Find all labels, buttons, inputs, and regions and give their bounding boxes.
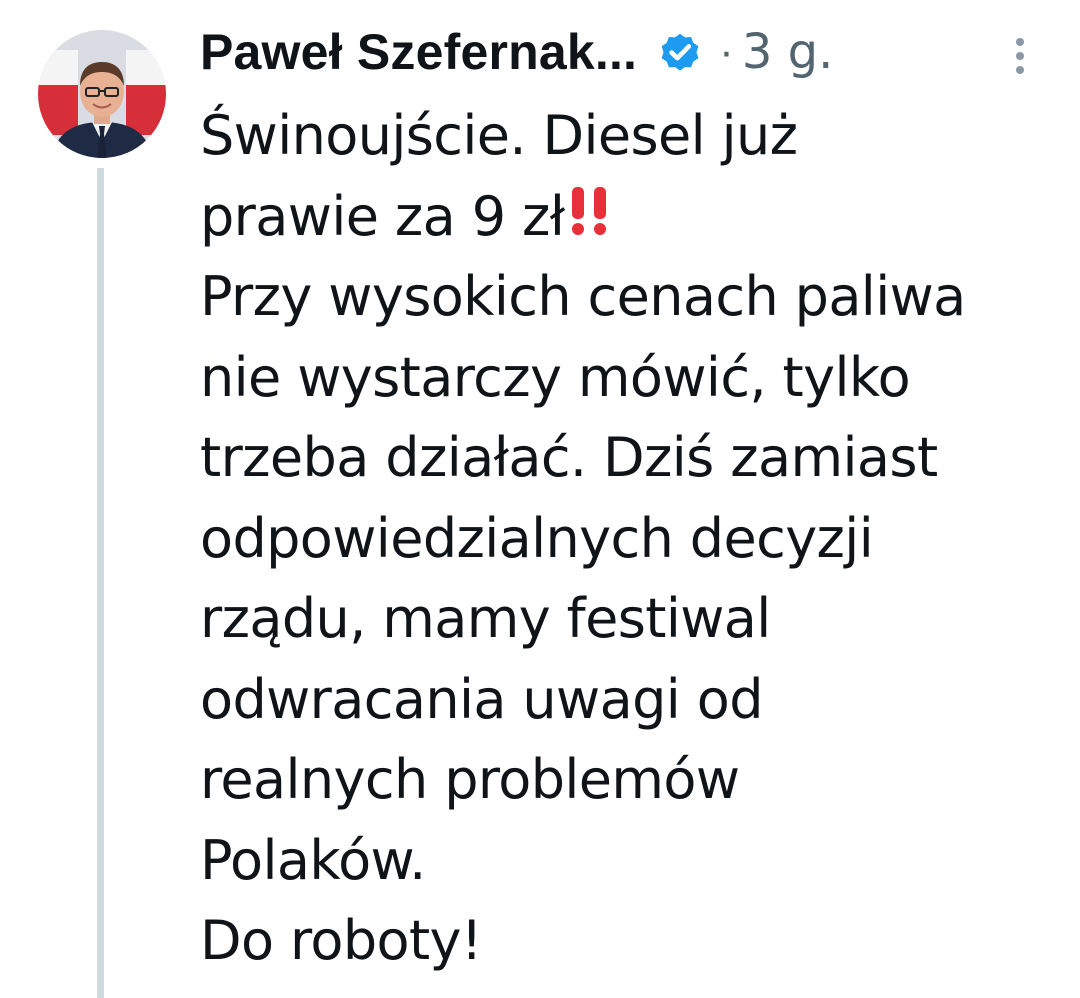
verified-badge-icon	[657, 29, 703, 75]
tweet-text-line: nie wystarczy mówić, tylko	[200, 345, 911, 409]
tweet-text-line: prawie za 9 zł	[200, 177, 1060, 258]
tweet-text-line: Świnoujście. Diesel już	[200, 104, 798, 167]
tweet-text-line: trzeba działać. Dziś zamiast	[200, 426, 938, 489]
double-exclamation-icon	[567, 177, 613, 258]
avatar[interactable]	[38, 30, 166, 158]
author-name[interactable]: Paweł Szefernak...	[200, 23, 637, 81]
tweet-timestamp[interactable]: 3 g.	[742, 24, 834, 80]
tweet[interactable]: Paweł Szefernak... · 3 g. Świnoujście. D…	[0, 0, 1080, 998]
more-vertical-icon[interactable]	[1008, 34, 1032, 78]
avatar-image	[38, 30, 166, 158]
tweet-text-line: odpowiedzialnych decyzji	[200, 506, 874, 570]
meta-separator: ·	[719, 27, 734, 76]
tweet-header: Paweł Szefernak... · 3 g.	[200, 20, 1050, 84]
tweet-text: Świnoujście. Diesel już prawie za 9 zł P…	[200, 96, 1060, 982]
thread-connector-line	[97, 168, 104, 998]
tweet-text-line: realnych problemów	[200, 748, 740, 811]
tweet-text-line: Do roboty!	[200, 909, 483, 972]
tweet-text-segment: prawie za 9 zł	[200, 184, 565, 248]
tweet-text-line: Przy wysokich cenach paliwa	[200, 265, 966, 328]
tweet-text-line: rządu, mamy festiwal	[200, 587, 771, 650]
tweet-text-line: Polaków.	[200, 828, 426, 892]
tweet-text-line: odwracania uwagi od	[200, 667, 763, 731]
